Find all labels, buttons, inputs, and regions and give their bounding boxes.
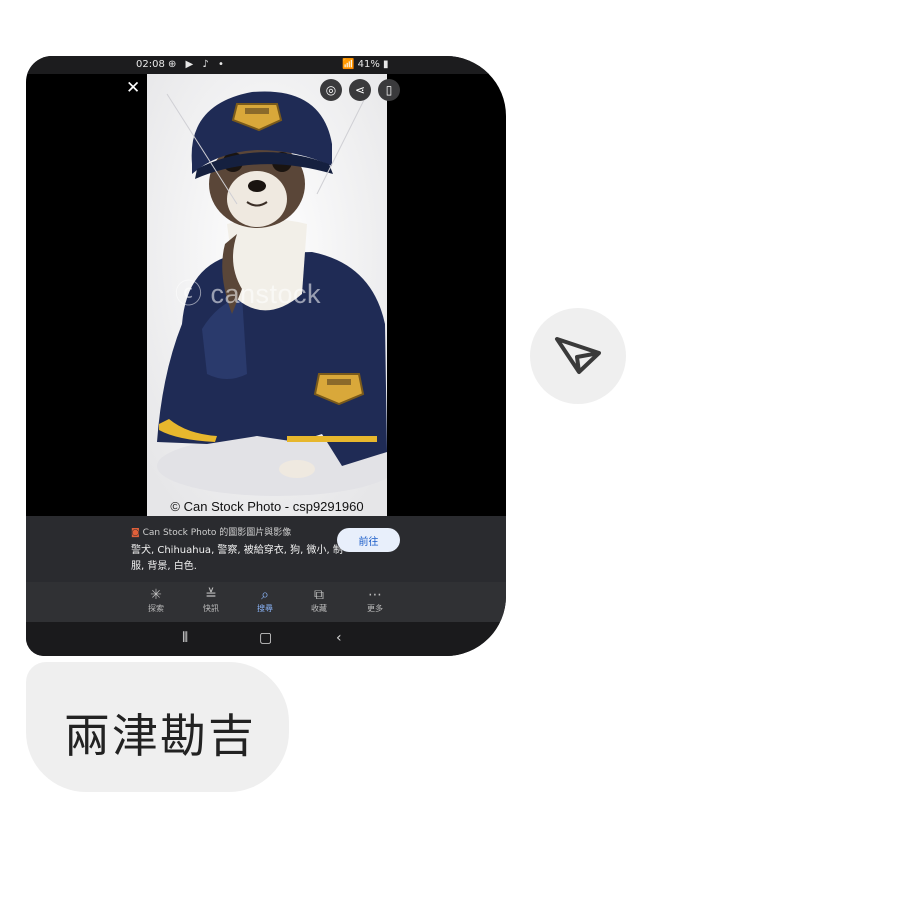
image-tags: 警犬, Chihuahua, 警察, 被給穿衣, 狗, 微小, 制服, 背景, …: [131, 545, 343, 572]
image-credit: © Can Stock Photo - csp9291960: [170, 499, 364, 514]
updates-icon: ≚: [205, 587, 217, 603]
phone-status-bar: 02:08 ⊕ ▶ ♪ • 📶 41% ▮: [26, 56, 506, 74]
status-battery: 📶 41% ▮: [342, 59, 389, 70]
asterisk-icon: ✳: [150, 587, 162, 603]
watermark: ⓒ canstock: [175, 279, 322, 309]
recents-icon[interactable]: ⦀: [182, 630, 188, 646]
lens-icon[interactable]: ◎: [320, 79, 342, 101]
collections-icon: ⧉: [314, 587, 324, 603]
message-bubble[interactable]: 兩津勘吉: [26, 662, 289, 792]
camera-icon: ◙: [131, 528, 140, 538]
nav-search[interactable]: ⌕ 搜尋: [248, 587, 282, 615]
nav-updates[interactable]: ≚ 快訊: [194, 587, 228, 615]
home-icon[interactable]: ▢: [259, 630, 272, 646]
back-icon[interactable]: ‹: [336, 630, 342, 646]
visit-button[interactable]: 前往: [337, 528, 400, 552]
search-icon: ⌕: [261, 587, 269, 603]
android-nav-bar: ⦀ ▢ ‹: [26, 622, 506, 656]
bookmark-icon[interactable]: ▯: [378, 79, 400, 101]
message-text: 兩津勘吉: [64, 709, 256, 763]
status-time: 02:08: [136, 59, 165, 70]
image-source[interactable]: ◙ Can Stock Photo 的圖影圖片與影像: [131, 525, 291, 538]
shared-screenshot[interactable]: 02:08 ⊕ ▶ ♪ • 📶 41% ▮ ✕ ⓒ canstock © Can…: [26, 56, 506, 656]
nav-more[interactable]: ⋯ 更多: [358, 587, 392, 615]
nav-collections[interactable]: ⧉ 收藏: [302, 587, 336, 615]
send-icon: [555, 337, 601, 374]
forward-button[interactable]: [530, 308, 626, 404]
share-icon[interactable]: ⋖: [349, 79, 371, 101]
close-icon[interactable]: ✕: [126, 78, 140, 98]
nav-discover[interactable]: ✳ 探索: [139, 587, 173, 615]
more-icon: ⋯: [368, 587, 382, 603]
police-chihuahua-photo: ⓒ canstock © Can Stock Photo - csp929196…: [147, 74, 387, 516]
image-info-panel: ◙ Can Stock Photo 的圖影圖片與影像 警犬, Chihuahua…: [26, 516, 506, 582]
bottom-navigation: ✳ 探索 ≚ 快訊 ⌕ 搜尋 ⧉ 收藏 ⋯ 更多: [26, 582, 506, 622]
notification-icons: ⊕ ▶ ♪ •: [168, 59, 227, 70]
